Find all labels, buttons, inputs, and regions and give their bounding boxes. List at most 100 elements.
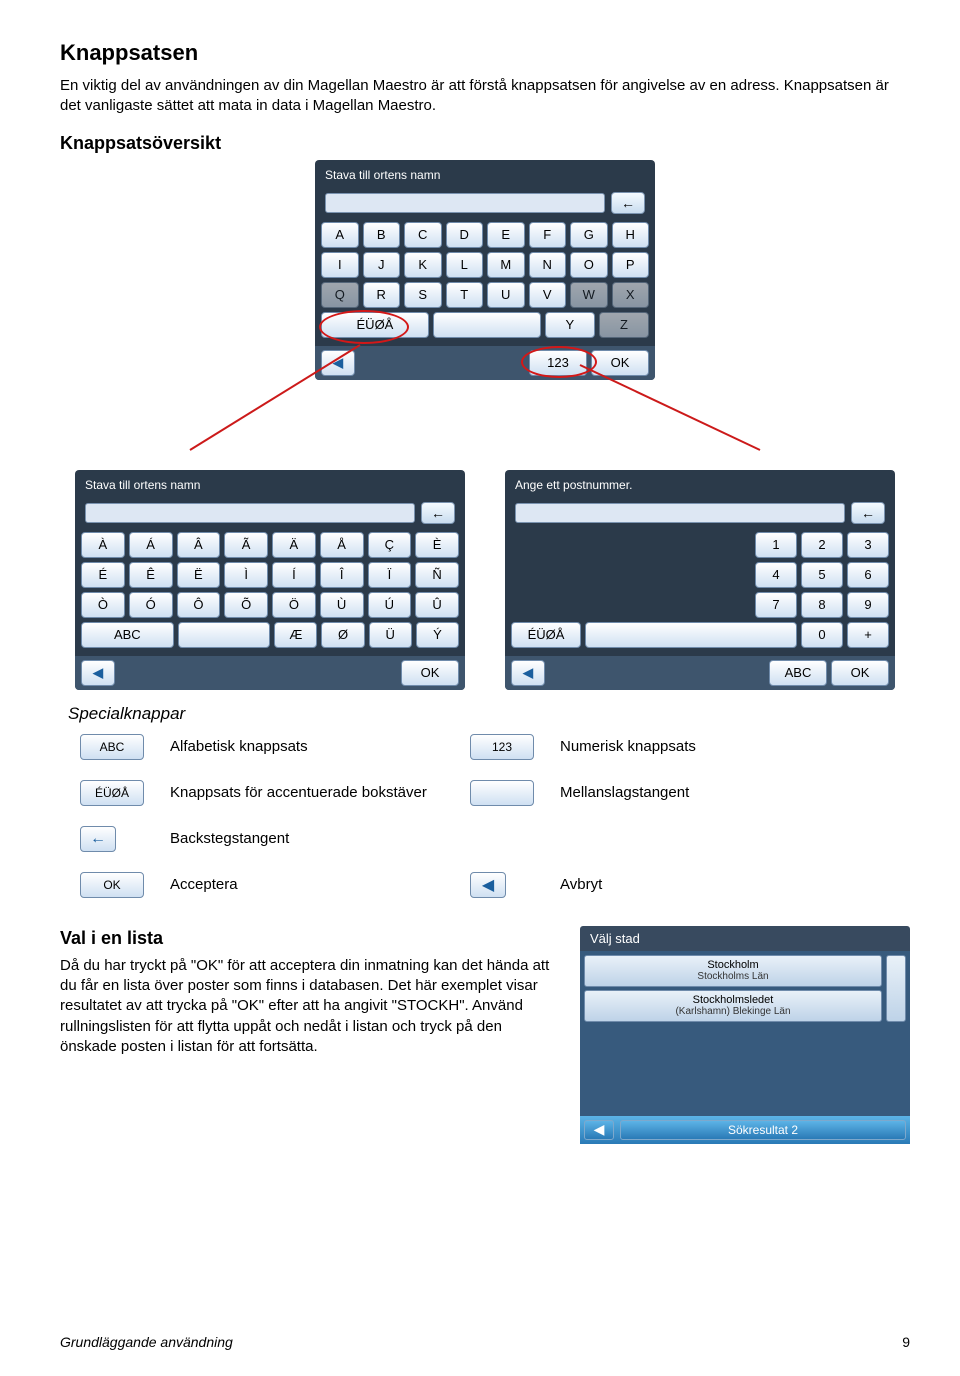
key[interactable]: Ê: [129, 562, 173, 588]
key[interactable]: M: [487, 252, 525, 278]
key[interactable]: Ç: [368, 532, 412, 558]
key[interactable]: U: [487, 282, 525, 308]
key[interactable]: 1: [755, 532, 797, 558]
key[interactable]: Á: [129, 532, 173, 558]
space-key[interactable]: [433, 312, 541, 338]
key[interactable]: A: [321, 222, 359, 248]
kb-right-input[interactable]: [515, 503, 845, 523]
key[interactable]: Ú: [368, 592, 412, 618]
key[interactable]: +: [847, 622, 889, 648]
key[interactable]: N: [529, 252, 567, 278]
backspace-key[interactable]: ←: [421, 502, 455, 524]
key[interactable]: Ã: [224, 532, 268, 558]
key[interactable]: Ô: [177, 592, 221, 618]
list-item[interactable]: Stockholmsledet (Karlshamn) Blekinge Län: [584, 990, 882, 1022]
key[interactable]: Õ: [224, 592, 268, 618]
scrollbar[interactable]: [886, 955, 906, 1022]
kb-main-row2: I J K L M N O P: [321, 252, 649, 278]
space-key[interactable]: [178, 622, 271, 648]
key[interactable]: R: [363, 282, 401, 308]
ok-key[interactable]: OK: [831, 660, 889, 686]
numeric-switch-key[interactable]: 123: [529, 350, 587, 376]
key[interactable]: Y: [545, 312, 595, 338]
key[interactable]: P: [612, 252, 650, 278]
key[interactable]: É: [81, 562, 125, 588]
key[interactable]: X: [612, 282, 650, 308]
key[interactable]: Ó: [129, 592, 173, 618]
key[interactable]: 8: [801, 592, 843, 618]
key[interactable]: Ò: [81, 592, 125, 618]
key[interactable]: Ü: [369, 622, 412, 648]
key[interactable]: Å: [320, 532, 364, 558]
key[interactable]: T: [446, 282, 484, 308]
kb-left-title: Stava till ortens namn: [85, 478, 200, 492]
accent-label: Knappsats för accentuerade bokstäver: [170, 784, 470, 801]
kb-main-input[interactable]: [325, 193, 605, 213]
key[interactable]: C: [404, 222, 442, 248]
list-item[interactable]: Stockholm Stockholms Län: [584, 955, 882, 987]
special-heading: Specialknappar: [68, 704, 910, 724]
key[interactable]: 0: [801, 622, 843, 648]
key[interactable]: Ë: [177, 562, 221, 588]
key[interactable]: Ì: [224, 562, 268, 588]
key[interactable]: Í: [272, 562, 316, 588]
key[interactable]: Ä: [272, 532, 316, 558]
key[interactable]: V: [529, 282, 567, 308]
key[interactable]: 3: [847, 532, 889, 558]
key[interactable]: L: [446, 252, 484, 278]
backspace-key[interactable]: ←: [611, 192, 645, 214]
back-arrow-key[interactable]: ◀: [81, 660, 115, 686]
key[interactable]: W: [570, 282, 608, 308]
intro-text: En viktig del av användningen av din Mag…: [60, 76, 900, 117]
key[interactable]: Ï: [368, 562, 412, 588]
key[interactable]: G: [570, 222, 608, 248]
key[interactable]: 7: [755, 592, 797, 618]
key[interactable]: Ñ: [415, 562, 459, 588]
key[interactable]: O: [570, 252, 608, 278]
key[interactable]: Ö: [272, 592, 316, 618]
search-result-count: Sökresultat 2: [620, 1120, 906, 1140]
key[interactable]: J: [363, 252, 401, 278]
back-arrow-key[interactable]: ◀: [321, 350, 355, 376]
city-panel-title: Välj stad: [580, 926, 910, 951]
key[interactable]: È: [415, 532, 459, 558]
abc-switch-key[interactable]: ABC: [769, 660, 827, 686]
space-key[interactable]: [585, 622, 797, 648]
back-arrow-key[interactable]: ◀: [511, 660, 545, 686]
key[interactable]: Â: [177, 532, 221, 558]
key[interactable]: 4: [755, 562, 797, 588]
key[interactable]: H: [612, 222, 650, 248]
key[interactable]: K: [404, 252, 442, 278]
backspace-key[interactable]: ←: [851, 502, 885, 524]
backspace-mini-key: ←: [80, 826, 116, 852]
ok-key[interactable]: OK: [591, 350, 649, 376]
key[interactable]: E: [487, 222, 525, 248]
abc-switch-key[interactable]: ABC: [81, 622, 174, 648]
key[interactable]: Ù: [320, 592, 364, 618]
key[interactable]: 6: [847, 562, 889, 588]
key[interactable]: D: [446, 222, 484, 248]
key[interactable]: 2: [801, 532, 843, 558]
accent-switch-key[interactable]: ÉÜØÅ: [511, 622, 581, 648]
key[interactable]: Ø: [321, 622, 364, 648]
key[interactable]: Ý: [416, 622, 459, 648]
key[interactable]: Æ: [274, 622, 317, 648]
key[interactable]: Q: [321, 282, 359, 308]
key[interactable]: I: [321, 252, 359, 278]
key[interactable]: À: [81, 532, 125, 558]
key[interactable]: Z: [599, 312, 649, 338]
accent-switch-key[interactable]: ÉÜØÅ: [321, 312, 429, 338]
abc-mini-key: ABC: [80, 734, 144, 760]
key[interactable]: Û: [415, 592, 459, 618]
key[interactable]: 9: [847, 592, 889, 618]
key[interactable]: S: [404, 282, 442, 308]
key[interactable]: Î: [320, 562, 364, 588]
key[interactable]: 5: [801, 562, 843, 588]
ok-key[interactable]: OK: [401, 660, 459, 686]
kb-left-input[interactable]: [85, 503, 415, 523]
keyboard-accent: Stava till ortens namn ← À Á Â Ã Ä Å Ç È…: [75, 470, 465, 690]
key[interactable]: B: [363, 222, 401, 248]
city-back-button[interactable]: ◀: [584, 1120, 614, 1140]
key[interactable]: F: [529, 222, 567, 248]
special-key-grid: ABC Alfabetisk knappsats 123 Numerisk kn…: [80, 734, 910, 898]
